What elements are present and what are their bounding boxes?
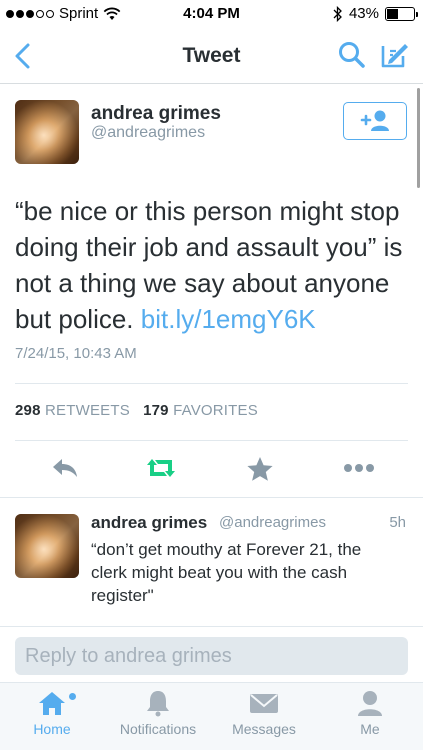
reply-author-avatar[interactable] (15, 514, 79, 578)
divider (0, 497, 423, 498)
add-user-icon (360, 110, 389, 131)
search-icon[interactable] (337, 40, 367, 70)
compose-icon[interactable] (379, 40, 411, 70)
tweet-actions (0, 450, 423, 490)
scrollbar[interactable] (417, 88, 420, 188)
bell-icon (147, 691, 169, 717)
reply-author-name[interactable]: andrea grimes (91, 513, 207, 533)
nav-bar: Tweet (0, 28, 423, 84)
reply-time-ago: 5h (389, 514, 406, 531)
favorites-label[interactable]: FAVORITES (173, 402, 258, 419)
tweet-text: “be nice or this person might stop doing… (15, 193, 410, 337)
battery-percent: 43% (348, 5, 379, 22)
reply-bar (0, 626, 423, 682)
divider (15, 440, 408, 441)
envelope-icon (250, 694, 278, 713)
favorite-star-icon[interactable] (246, 456, 274, 482)
tab-me[interactable]: Me (320, 689, 420, 737)
tab-home[interactable]: Home (2, 689, 102, 737)
battery-icon (385, 6, 418, 21)
home-icon (39, 692, 65, 715)
tab-home-label: Home (33, 721, 71, 737)
tweet-timestamp: 7/24/15, 10:43 AM (15, 345, 137, 362)
person-icon (358, 691, 382, 716)
new-content-dot (69, 693, 76, 700)
status-right: 43% (333, 5, 418, 22)
tab-notifications[interactable]: Notifications (108, 689, 208, 737)
author-handle[interactable]: @andreagrimes (91, 124, 205, 142)
battery-level (387, 8, 399, 19)
retweets-count[interactable]: 298 (15, 402, 41, 419)
bluetooth-icon (333, 5, 342, 22)
retweet-icon[interactable] (144, 456, 178, 480)
tab-messages-label: Messages (232, 721, 296, 737)
follow-button[interactable] (343, 102, 407, 140)
retweets-label[interactable]: RETWEETS (45, 402, 130, 419)
favorites-count[interactable]: 179 (143, 402, 169, 419)
reply-text[interactable]: “don’t get mouthy at Forever 21, the cle… (91, 538, 401, 607)
reply-author-handle[interactable]: @andreagrimes (219, 514, 326, 531)
tab-me-label: Me (360, 721, 380, 737)
reply-input[interactable] (15, 637, 408, 675)
tab-messages[interactable]: Messages (214, 689, 314, 737)
reply-icon[interactable] (50, 456, 80, 480)
more-icon[interactable] (342, 456, 376, 480)
tweet-stats: 298 RETWEETS 179 FAVORITES (15, 402, 258, 419)
tweet-link[interactable]: bit.ly/1emgY6K (141, 304, 316, 334)
status-bar: Sprint 4:04 PM 43% (0, 0, 423, 28)
author-name[interactable]: andrea grimes (91, 103, 221, 125)
tab-notifications-label: Notifications (119, 721, 197, 737)
author-avatar[interactable] (15, 100, 79, 164)
tab-bar: Home Notifications Messages Me (0, 682, 423, 750)
divider (15, 383, 408, 384)
